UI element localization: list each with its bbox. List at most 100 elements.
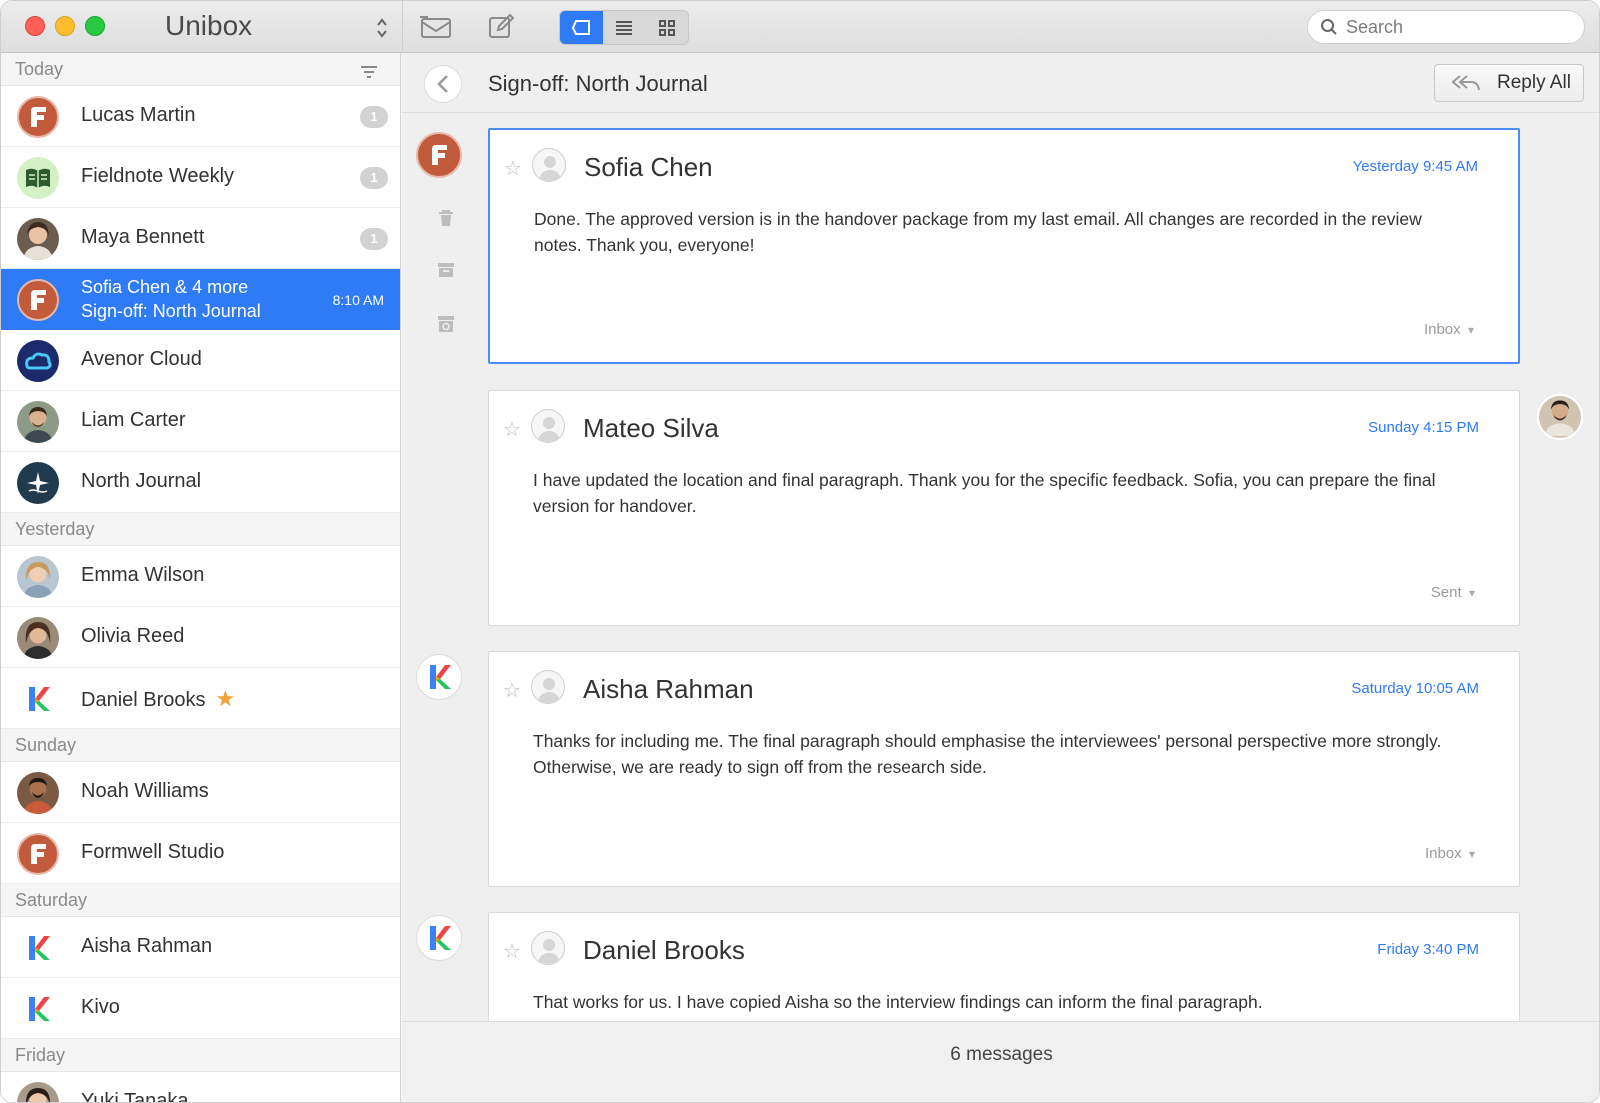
conversation-row[interactable]: North Journal [1, 452, 400, 513]
book-logo-avatar [17, 157, 59, 199]
get-mail-button[interactable] [416, 11, 456, 43]
view-people-button[interactable] [560, 11, 603, 44]
compose-icon [489, 13, 515, 38]
title-bar: Unibox [1, 1, 1599, 53]
view-grid-button[interactable] [645, 11, 688, 44]
folder-label-dropdown[interactable]: Inbox [1425, 845, 1475, 862]
sender-avatar [1537, 394, 1583, 440]
contact-placeholder-icon [531, 931, 565, 965]
contact-name: North Journal [81, 470, 202, 492]
person-photo-avatar [17, 401, 59, 443]
section-header-saturday: Saturday [1, 884, 400, 917]
thread-footer: 6 messages [402, 1021, 1599, 1102]
envelope-icon [420, 16, 451, 38]
message-count: 6 messages [950, 1044, 1053, 1065]
message-time: Friday 3:40 PM [1377, 941, 1479, 958]
section-header-sunday: Sunday [1, 729, 400, 762]
conversation-row[interactable]: Maya Bennett 1 [1, 208, 400, 269]
zoom-window-button[interactable] [85, 16, 105, 36]
message-card[interactable]: ☆ Mateo Silva Sunday 4:15 PM I have upda… [488, 390, 1520, 626]
message-sender: Aisha Rahman [583, 674, 754, 704]
message-card[interactable]: ☆ Aisha Rahman Saturday 10:05 AM Thanks … [488, 651, 1520, 887]
conversation-row[interactable]: Formwell Studio [1, 823, 400, 884]
message-actions [436, 209, 456, 368]
message-sender: Mateo Silva [583, 413, 719, 443]
contact-name: Kivo [81, 996, 120, 1018]
message-card[interactable]: ☆ Sofia Chen Yesterday 9:45 AM Done. The… [488, 128, 1520, 364]
reply-all-icon [1451, 75, 1480, 91]
contact-name: Aisha Rahman [81, 935, 213, 957]
search-input[interactable] [1346, 16, 1576, 38]
archive-button[interactable] [436, 262, 456, 315]
sender-avatar [416, 654, 462, 700]
conversation-row[interactable]: Daniel Brooks ★ [1, 668, 400, 729]
reply-all-button[interactable]: Reply All [1434, 64, 1584, 102]
conversation-subject: Sign-off: North Journal [81, 301, 261, 321]
message-sender: Daniel Brooks [583, 935, 745, 965]
person-photo-avatar [17, 772, 59, 814]
message-time: Yesterday 9:45 AM [1352, 158, 1478, 175]
unread-badge: 1 [360, 228, 388, 250]
conversation-row[interactable]: Aisha Rahman [1, 917, 400, 978]
person-photo-avatar [17, 617, 59, 659]
message-body: That works for us. I have copied Aisha s… [533, 992, 1263, 1012]
conversation-row[interactable]: Yuki Tanaka [1, 1072, 400, 1102]
toolbar-divider [402, 1, 403, 53]
thread-title: Sign-off: North Journal [488, 71, 708, 96]
contact-name: Emma Wilson [81, 564, 205, 586]
starred-icon: ★ [215, 686, 236, 711]
section-label: Saturday [15, 890, 88, 910]
thread-header: Sign-off: North Journal Reply All [402, 53, 1599, 113]
list-icon [616, 20, 632, 35]
conversation-sidebar: Today Lucas Martin 1 Fieldnote Weekly 1 … [1, 53, 401, 1102]
search-box [1307, 10, 1585, 44]
account-switch-icon[interactable] [375, 17, 389, 39]
contact-name: Liam Carter [81, 409, 186, 431]
section-label: Friday [15, 1045, 66, 1065]
back-button[interactable] [424, 65, 462, 103]
star-icon[interactable]: ☆ [503, 417, 521, 442]
spam-icon [438, 316, 454, 332]
close-window-button[interactable] [25, 16, 45, 36]
kivo-logo-avatar [17, 678, 59, 720]
archive-icon [438, 263, 454, 277]
conversation-time: 8:10 AM [332, 292, 384, 308]
star-icon[interactable]: ☆ [503, 939, 521, 964]
speech-bubble-icon [572, 19, 591, 35]
section-header-today: Today [1, 53, 400, 86]
person-photo-avatar [17, 218, 59, 260]
folder-label-dropdown[interactable]: Inbox [1424, 321, 1474, 338]
conversation-row[interactable]: Emma Wilson [1, 546, 400, 607]
conversation-row[interactable]: Lucas Martin 1 [1, 86, 400, 147]
conversation-row[interactable]: Avenor Cloud [1, 330, 400, 391]
contact-name: Formwell Studio [81, 841, 225, 863]
contact-name: Daniel Brooks ★ [81, 686, 235, 712]
star-icon[interactable]: ☆ [503, 678, 521, 703]
message-body: I have updated the location and final pa… [533, 470, 1436, 516]
contact-placeholder-icon [531, 670, 565, 704]
trash-button[interactable] [436, 209, 456, 262]
spam-button[interactable] [436, 315, 456, 368]
conversation-row[interactable]: Fieldnote Weekly 1 [1, 147, 400, 208]
formwell-logo-avatar [17, 279, 59, 321]
unread-badge: 1 [360, 167, 388, 189]
conversation-row[interactable]: Kivo [1, 978, 400, 1039]
contact-name-text: Daniel Brooks [81, 689, 206, 711]
star-icon[interactable]: ☆ [504, 156, 522, 181]
conversation-row-selected[interactable]: Sofia Chen & 4 more Sign-off: North Jour… [1, 269, 400, 330]
message-body: Thanks for including me. The final parag… [533, 731, 1442, 777]
conversation-row[interactable]: Noah Williams [1, 762, 400, 823]
conversation-row[interactable]: Liam Carter [1, 391, 400, 452]
app-window: Unibox Today [0, 0, 1600, 1103]
minimize-window-button[interactable] [55, 16, 75, 36]
folder-label-dropdown[interactable]: Sent [1431, 584, 1475, 601]
section-header-yesterday: Yesterday [1, 513, 400, 546]
message-sender: Sofia Chen [584, 152, 713, 182]
conversation-row[interactable]: Olivia Reed [1, 607, 400, 668]
search-icon [1321, 19, 1337, 35]
sender-avatar [416, 915, 462, 961]
compose-button[interactable] [481, 11, 521, 43]
contact-placeholder-icon [531, 409, 565, 443]
view-list-button[interactable] [603, 11, 646, 44]
kivo-logo-avatar [17, 988, 59, 1030]
